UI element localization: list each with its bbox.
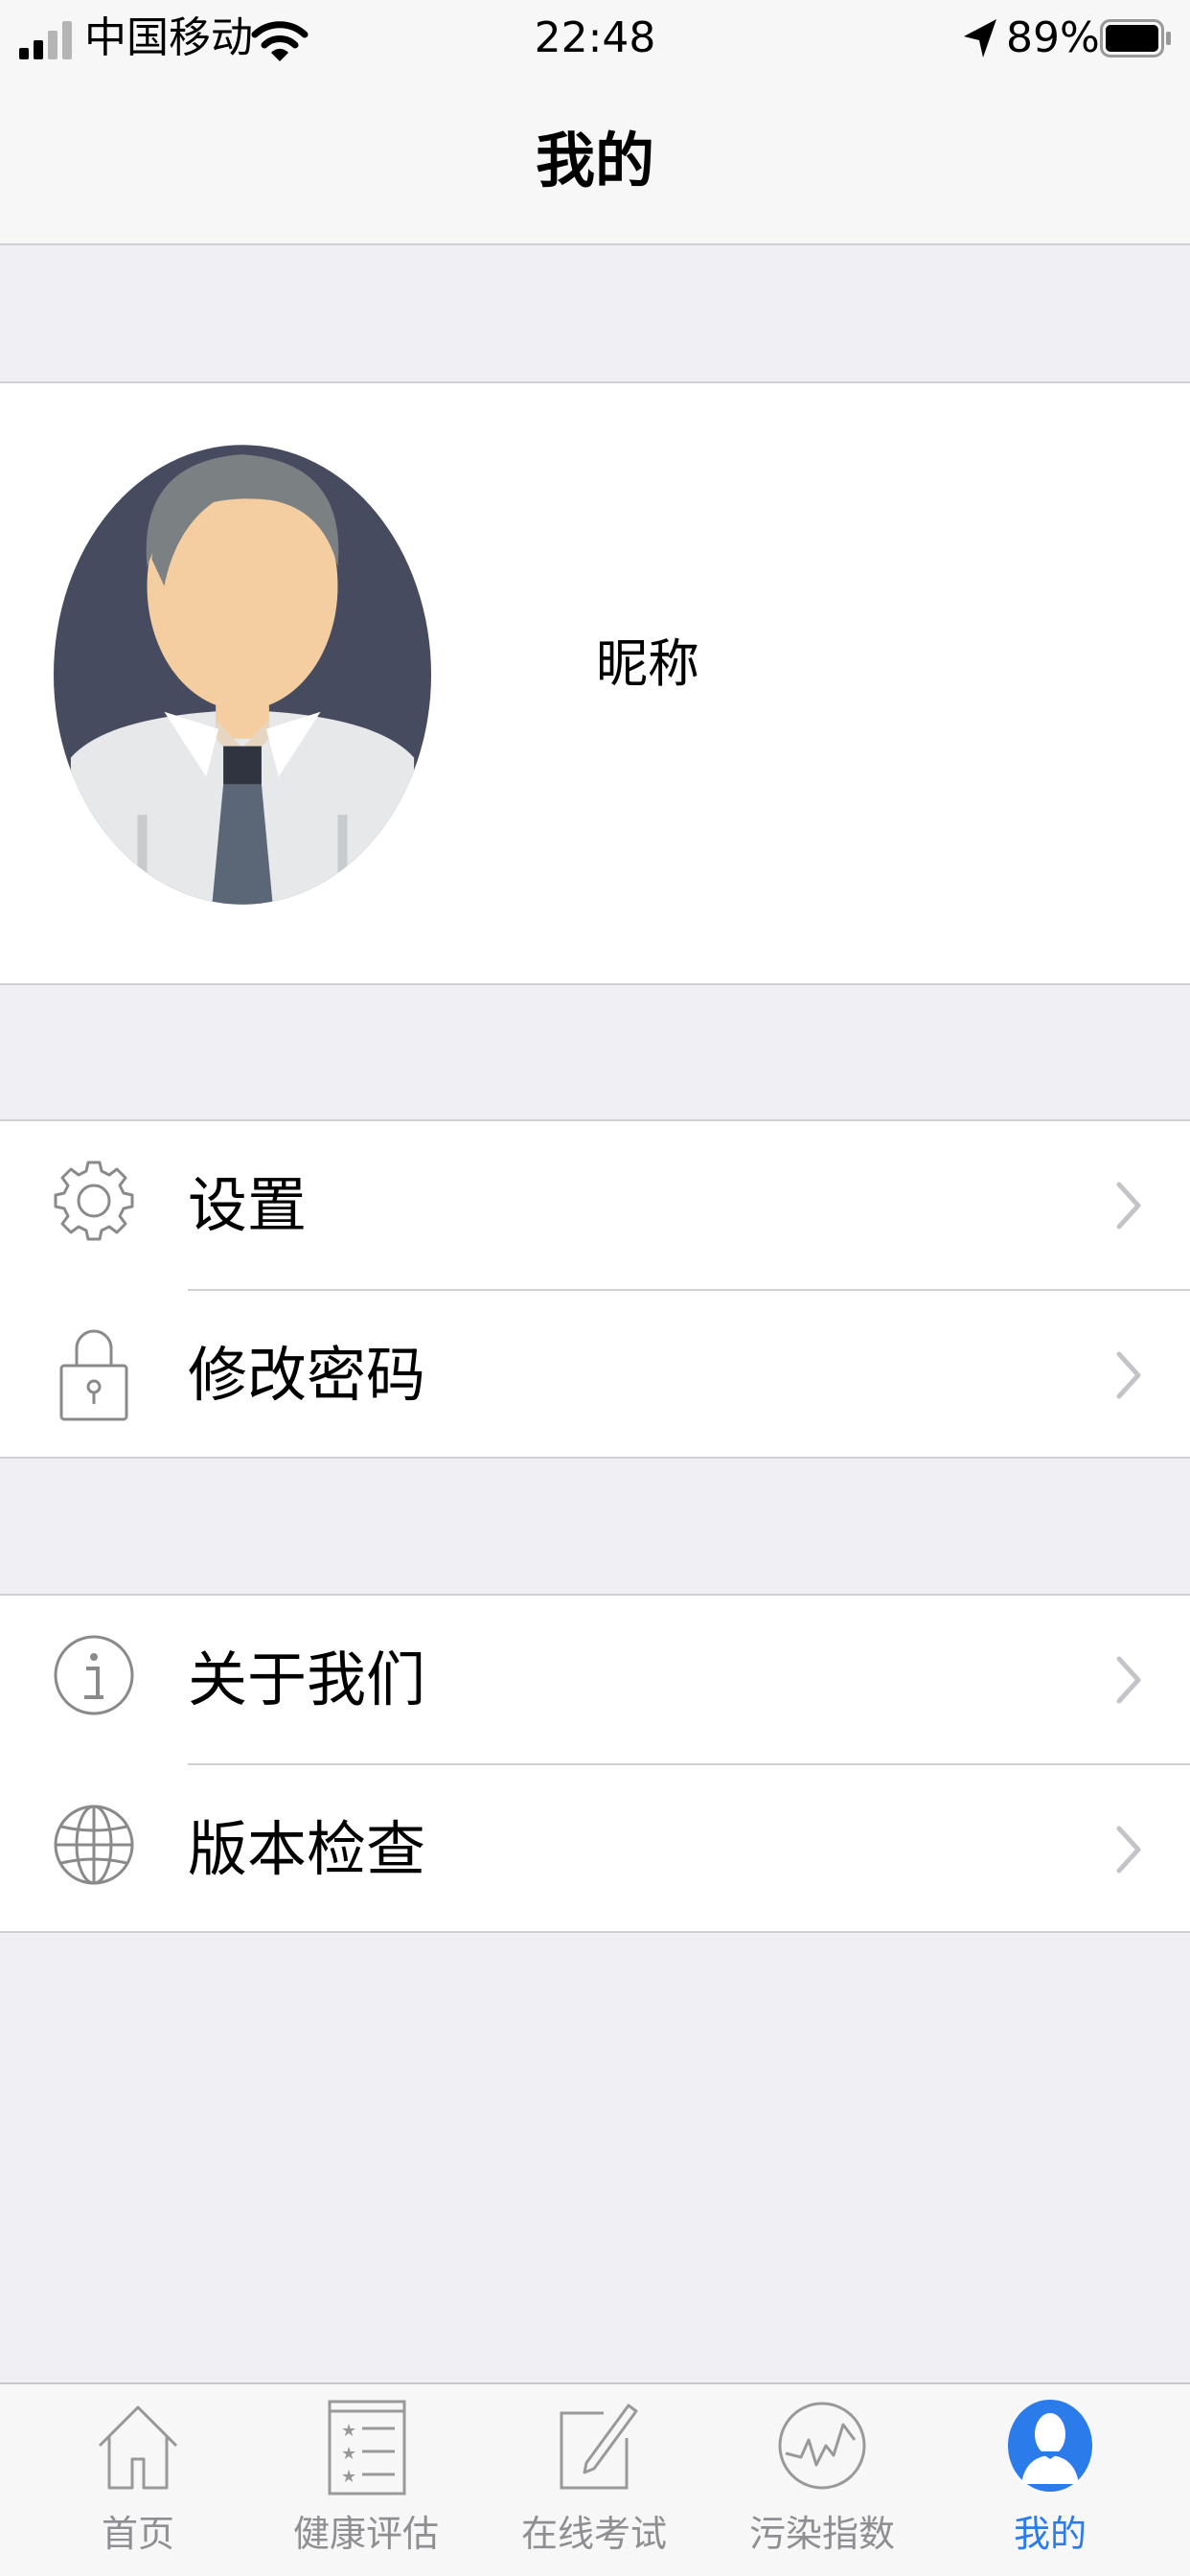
menu-item-label: 关于我们 xyxy=(188,1644,426,1714)
tab-label: 污染指数 xyxy=(748,2513,895,2555)
menu-group-about: 关于我们 版本检查 xyxy=(0,1594,1190,1933)
tab-online-exam[interactable]: 在线考试 xyxy=(481,2384,707,2576)
checklist-icon: ★ ★ ★ xyxy=(328,2400,406,2496)
chevron-right-icon xyxy=(1116,1182,1141,1230)
chevron-right-icon xyxy=(1116,1351,1141,1399)
menu-item-label: 修改密码 xyxy=(188,1340,426,1410)
battery-icon xyxy=(1100,19,1171,58)
navigation-bar: 我的 xyxy=(0,77,1190,245)
menu-item-about-us[interactable]: 关于我们 xyxy=(0,1596,1190,1765)
tab-label: 健康评估 xyxy=(292,2513,439,2555)
tab-pollution-index[interactable]: 污染指数 xyxy=(709,2384,935,2576)
tab-mine[interactable]: 我的 xyxy=(937,2384,1163,2576)
menu-group-account: 设置 修改密码 xyxy=(0,1119,1190,1459)
chevron-right-icon xyxy=(1116,1656,1141,1704)
exam-edit-icon xyxy=(560,2404,638,2490)
tab-label: 在线考试 xyxy=(520,2513,667,2555)
menu-item-label: 设置 xyxy=(188,1170,308,1240)
status-bar: 中国移动 22:48 89% xyxy=(0,0,1190,77)
svg-text:★: ★ xyxy=(341,2421,356,2441)
gear-icon xyxy=(54,1161,134,1241)
tab-bar: 首页 ★ ★ ★ 健康评估 在线考试 污染指数 我的 xyxy=(0,2382,1190,2576)
menu-item-version-check[interactable]: 版本检查 xyxy=(0,1765,1190,1933)
lock-icon xyxy=(59,1329,128,1421)
pollution-chart-icon xyxy=(778,2402,866,2490)
tab-home[interactable]: 首页 xyxy=(25,2384,251,2576)
svg-text:★: ★ xyxy=(341,2444,356,2464)
chevron-right-icon xyxy=(1116,1826,1141,1874)
home-icon xyxy=(98,2405,178,2490)
tab-label: 首页 xyxy=(101,2513,174,2555)
battery-percentage: 89% xyxy=(1006,13,1100,62)
menu-item-settings[interactable]: 设置 xyxy=(0,1121,1190,1291)
menu-item-change-password[interactable]: 修改密码 xyxy=(0,1291,1190,1459)
user-icon xyxy=(1008,2400,1092,2492)
info-icon xyxy=(54,1635,134,1715)
page-title: 我的 xyxy=(535,126,654,196)
profile-section[interactable]: 昵称 xyxy=(0,381,1190,985)
avatar[interactable] xyxy=(52,443,433,907)
location-arrow-icon xyxy=(964,19,996,58)
tab-health-assessment[interactable]: ★ ★ ★ 健康评估 xyxy=(253,2384,479,2576)
menu-item-label: 版本检查 xyxy=(188,1814,426,1884)
globe-icon xyxy=(54,1805,134,1885)
svg-text:★: ★ xyxy=(341,2467,356,2487)
nickname-label: 昵称 xyxy=(596,633,699,694)
tab-label: 我的 xyxy=(1013,2513,1087,2555)
